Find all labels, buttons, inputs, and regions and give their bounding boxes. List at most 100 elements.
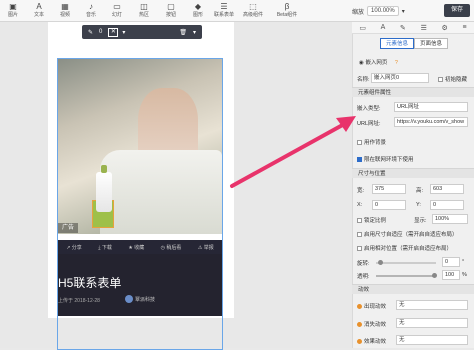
- zoom-label: 缩放: [352, 9, 365, 16]
- toolbar-item-label: 图片: [7, 12, 18, 18]
- adaptive-size-checkbox[interactable]: [357, 232, 362, 238]
- use-as-background[interactable]: 用作背景: [357, 138, 386, 146]
- opacity-slider[interactable]: [376, 275, 436, 277]
- toolbar-item-4[interactable]: ▭ 幻灯: [106, 2, 128, 19]
- music-icon: ♪: [89, 2, 93, 11]
- section-animation[interactable]: 动效: [352, 284, 474, 294]
- toolbar-item-9[interactable]: ⬚ 高级组件: [242, 2, 264, 19]
- online-label: 限在联网环境下使用: [364, 157, 414, 163]
- toolbar-item-5[interactable]: ◫ 热区: [133, 2, 155, 19]
- lock-ratio-label: 锁定比例: [364, 218, 387, 224]
- url-label: URL网址:: [357, 121, 381, 127]
- hotspot-icon: ◫: [140, 2, 148, 11]
- slides-icon: ▭: [113, 2, 121, 11]
- embed-type-select[interactable]: URL网址: [394, 102, 468, 112]
- tab-page-info[interactable]: 页面信息: [414, 38, 448, 49]
- hide-label: 初始隐藏: [445, 77, 468, 83]
- pen-icon[interactable]: ✎: [400, 24, 406, 32]
- width-label: 宽:: [357, 188, 365, 194]
- anim-out-select[interactable]: 无: [396, 318, 468, 328]
- advanced-icon: ⬚: [249, 2, 257, 11]
- embed-selection-frame[interactable]: [57, 58, 223, 350]
- toolbar-item-label: 幻灯: [111, 12, 122, 18]
- image-icon: ▣: [9, 2, 17, 11]
- save-button[interactable]: 保存: [444, 4, 470, 17]
- x-label: X:: [357, 202, 363, 208]
- anim-fx-dot: [357, 339, 362, 345]
- online-checkbox[interactable]: [357, 157, 362, 163]
- help-icon[interactable]: ?: [395, 60, 398, 66]
- height-input[interactable]: 603: [430, 184, 464, 194]
- text-icon: A: [36, 2, 42, 11]
- tab-element-info[interactable]: 元素信息: [380, 38, 414, 49]
- zoom-dropdown-icon[interactable]: ▾: [402, 8, 405, 15]
- delete-icon[interactable]: 🗑: [179, 29, 187, 36]
- opacity-label: 透明:: [357, 274, 370, 280]
- layer-count: 0: [99, 29, 103, 35]
- relative-position[interactable]: 启用相对位置（需开启自适应布局）: [357, 244, 452, 252]
- close-icon[interactable]: ✕: [108, 27, 119, 37]
- toolbar-item-10[interactable]: β Beta组件: [276, 2, 298, 19]
- y-input[interactable]: 0: [430, 200, 464, 210]
- rotate-knob[interactable]: [378, 260, 383, 265]
- anim-in-dot: [357, 304, 362, 310]
- chevron-down-icon[interactable]: ▾: [122, 29, 125, 36]
- hide-checkbox[interactable]: [438, 77, 443, 83]
- text-icon[interactable]: A: [381, 24, 386, 31]
- height-label: 高:: [416, 188, 424, 194]
- toolbar-item-label: 视频: [59, 12, 70, 18]
- relative-position-checkbox[interactable]: [357, 246, 362, 252]
- element-toolbar: ✎ 0 ✕ ▾ 🗑 ▾: [82, 25, 202, 39]
- rotate-unit: °: [462, 259, 465, 265]
- rotate-slider[interactable]: [376, 262, 436, 264]
- toolbar-item-label: 按钮: [165, 12, 176, 18]
- rotate-label: 旋转:: [357, 261, 370, 267]
- gear-icon[interactable]: ⚙: [442, 24, 448, 32]
- anim-out-dot: [357, 322, 362, 328]
- x-input[interactable]: 0: [372, 200, 406, 210]
- settings-icon[interactable]: ≡: [463, 24, 467, 31]
- name-input[interactable]: 嵌入网页0: [371, 73, 429, 83]
- toolbar-item-label: Beta组件: [276, 12, 298, 18]
- toolbar-item-2[interactable]: ▦ 视频: [54, 2, 76, 19]
- adaptive-size-label: 启用尺寸自适应（需开启自适应布局）: [364, 232, 458, 238]
- globe-icon: ◉: [359, 60, 364, 66]
- width-input[interactable]: 375: [372, 184, 406, 194]
- background-checkbox[interactable]: [357, 140, 362, 146]
- anim-in-select[interactable]: 无: [396, 300, 468, 310]
- section-component-props[interactable]: 元素组件属性: [352, 87, 474, 97]
- adaptive-size[interactable]: 启用尺寸自适应（需开启自适应布局）: [357, 230, 458, 238]
- edit-icon[interactable]: ✎: [88, 29, 93, 36]
- lock-ratio[interactable]: 锁定比例: [357, 216, 386, 224]
- rotate-input[interactable]: 0: [442, 257, 460, 267]
- relative-position-label: 启用相对位置（需开启自适应布局）: [364, 246, 453, 252]
- url-input[interactable]: https://v.youku.com/v_show: [394, 117, 468, 127]
- zoom-input[interactable]: 100.00%: [367, 6, 399, 16]
- online-only[interactable]: 限在联网环境下使用: [357, 155, 414, 163]
- element-icon[interactable]: ▭: [359, 24, 366, 32]
- anim-fx: 效果动效: [357, 337, 386, 345]
- shape-icon: ◆: [194, 2, 202, 11]
- video-icon: ▦: [61, 2, 69, 11]
- list-icon[interactable]: ☰: [421, 24, 427, 32]
- anim-fx-select[interactable]: 无: [396, 335, 468, 345]
- opacity-knob[interactable]: [432, 273, 437, 278]
- anim-fx-label: 效果动效: [364, 339, 387, 345]
- lock-ratio-checkbox[interactable]: [357, 218, 362, 224]
- toolbar-item-1[interactable]: A 文本: [28, 2, 50, 19]
- display-input[interactable]: 100%: [432, 214, 468, 224]
- hide-initially[interactable]: 初始隐藏: [438, 75, 467, 83]
- toolbar-item-3[interactable]: ♪ 音乐: [80, 2, 102, 19]
- section-size-position[interactable]: 尺寸与位置: [352, 168, 474, 178]
- toolbar-item-0[interactable]: ▣ 图片: [2, 2, 24, 19]
- toolbar-item-7[interactable]: ◆ 图形: [187, 2, 209, 19]
- toolbar-item-8[interactable]: ☰ 联系表单: [213, 2, 235, 19]
- zoom-control: 缩放 100.00% ▾: [352, 5, 405, 17]
- name-label: 名称:: [357, 77, 370, 83]
- toolbar-item-label: 联系表单: [213, 12, 234, 18]
- toolbar-item-label: 文本: [33, 12, 44, 18]
- anim-out-label: 消失动效: [364, 322, 387, 328]
- opacity-input[interactable]: 100: [442, 270, 460, 280]
- toolbar-item-6[interactable]: ▢ 按钮: [160, 2, 182, 19]
- more-dropdown-icon[interactable]: ▾: [193, 29, 196, 36]
